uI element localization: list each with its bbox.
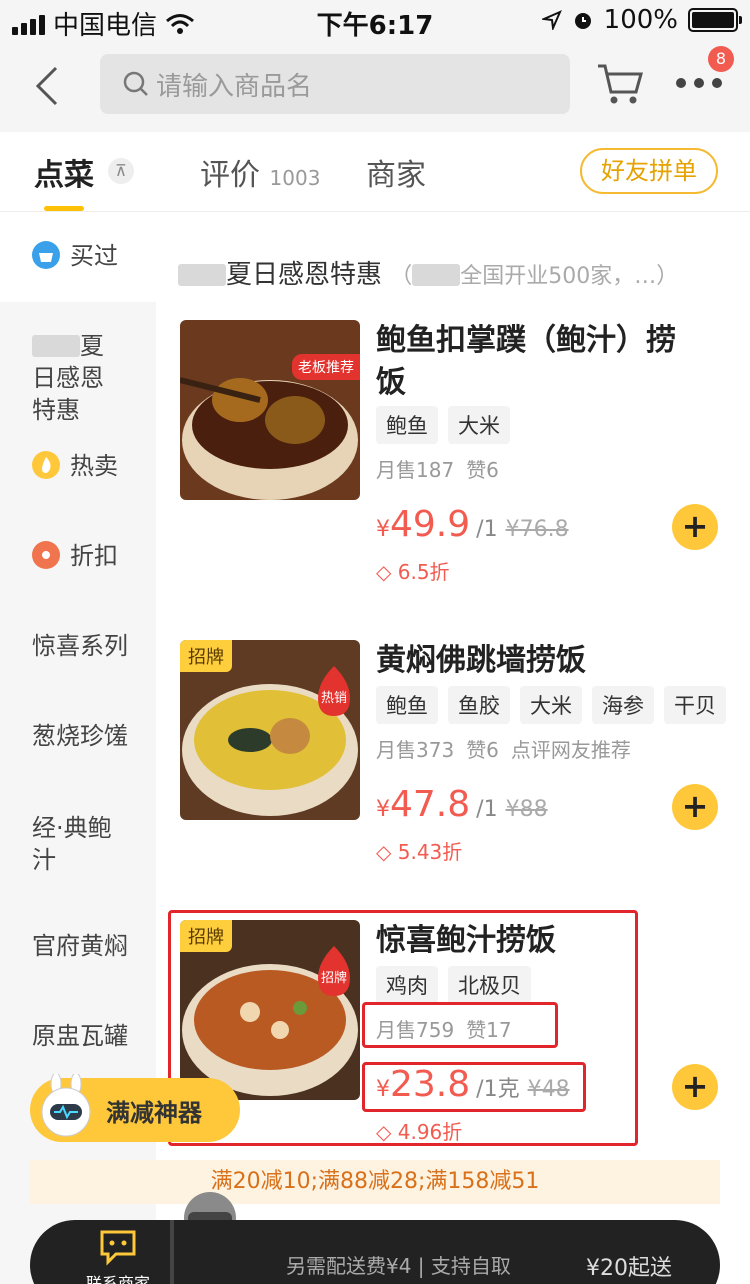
- current-price: 49.9: [390, 504, 471, 545]
- contact-label: 联系商家: [85, 1274, 150, 1284]
- ingredient-tags: 鲍鱼 鱼胶 大米 海参 干贝: [376, 686, 726, 724]
- tag: 鱼胶: [448, 686, 510, 724]
- svg-text:热销: 热销: [321, 691, 347, 706]
- monthly-sales: 月售373: [376, 738, 455, 762]
- sidebar-item-abalone[interactable]: 经·典鲍汁: [0, 812, 128, 876]
- status-bar: 中国电信 下午6:17 100%: [0, 0, 750, 41]
- add-to-cart-button[interactable]: +: [672, 784, 718, 830]
- sidebar-item-label: 买过: [70, 242, 118, 270]
- sidebar-item-hot[interactable]: 热卖: [0, 450, 156, 482]
- basket-icon: [32, 241, 60, 269]
- divider: [170, 1220, 174, 1284]
- menu-item[interactable]: 老板推荐 鲍鱼扣掌蹼（鲍汁）捞饭 鲍鱼 大米 月售187 赞6 ¥49.9/1 ¥7…: [178, 320, 750, 590]
- chat-bubble-icon: [100, 1230, 136, 1266]
- discount-tag-icon: ◇: [376, 560, 392, 584]
- checkout-bar: 联系商家 另需配送费¥4 | 支持自取 ¥20起送: [30, 1220, 720, 1284]
- add-to-cart-button[interactable]: +: [672, 1064, 718, 1110]
- review-recommend: 点评网友推荐: [510, 738, 631, 762]
- add-to-cart-button[interactable]: +: [672, 504, 718, 550]
- likes: 赞6: [466, 458, 499, 482]
- sidebar-item-braised[interactable]: 官府黄焖: [0, 930, 156, 962]
- sidebar-item-scallion[interactable]: 葱烧珍馐: [0, 720, 156, 752]
- original-price: ¥88: [505, 797, 548, 822]
- back-arrow-icon[interactable]: [30, 64, 70, 108]
- discount-tag-icon: [32, 541, 60, 569]
- review-count: 1003: [269, 166, 321, 190]
- likes: 赞6: [466, 738, 499, 762]
- discount-label: ◇ 5.43折: [376, 836, 462, 865]
- tab-menu[interactable]: 点菜: [34, 150, 94, 194]
- sidebar-item-label: 热卖: [70, 452, 118, 480]
- delivery-fee-info: 另需配送费¥4 | 支持自取: [286, 1254, 511, 1278]
- section-title-text: 夏日感恩特惠: [226, 260, 383, 290]
- blurred-text: [32, 335, 80, 357]
- search-placeholder: 请输入商品名: [156, 71, 313, 102]
- monthly-sales: 月售187: [376, 458, 455, 482]
- currency-symbol: ¥: [376, 517, 390, 542]
- original-price: ¥76.8: [505, 517, 569, 542]
- signature-label: 招牌: [180, 640, 232, 672]
- more-menu-icon[interactable]: [676, 78, 722, 88]
- discount-text: 6.5折: [397, 560, 450, 584]
- battery-icon: [688, 8, 742, 32]
- dish-image[interactable]: 招牌 热销: [180, 640, 360, 820]
- section-title: 夏日感恩特惠 （全国开业500家，…）: [178, 254, 678, 291]
- tab-reviews[interactable]: 评价 1003: [200, 150, 320, 194]
- currency-symbol: ¥: [376, 797, 390, 822]
- promo-banner: 满20减10;满88减28;满158减51: [30, 1160, 720, 1204]
- sidebar-item-surprise[interactable]: 惊喜系列: [0, 630, 156, 662]
- tag: 干贝: [664, 686, 726, 724]
- tab-reviews-label: 评价: [200, 158, 260, 193]
- robot-mascot-icon: [41, 1074, 91, 1137]
- sidebar-item-clay-pot[interactable]: 原盅瓦罐: [0, 1020, 156, 1052]
- minimum-order: ¥20起送: [586, 1256, 672, 1281]
- price: ¥49.9/1 ¥76.8: [376, 504, 569, 545]
- discount-tag-icon: ◇: [376, 840, 392, 864]
- tag: 鲍鱼: [376, 686, 438, 724]
- boss-recommend-badge: 老板推荐: [292, 354, 360, 380]
- ingredient-tags: 鲍鱼 大米: [376, 406, 510, 444]
- search-icon: [123, 71, 148, 96]
- group-order-button[interactable]: 好友拼单: [580, 148, 718, 194]
- sidebar-item-purchased[interactable]: 买过: [0, 212, 156, 302]
- price-unit: /1: [476, 797, 498, 822]
- tab-merchant[interactable]: 商家: [366, 150, 426, 194]
- sidebar-item-label: 折扣: [70, 542, 118, 570]
- current-price: 47.8: [390, 784, 471, 825]
- blurred-text: [178, 264, 226, 286]
- price: ¥47.8/1 ¥88: [376, 784, 548, 825]
- hot-sale-flame-icon: 热销: [318, 666, 350, 716]
- tag: 海参: [592, 686, 654, 724]
- sidebar-item-summer[interactable]: 夏日感恩特惠: [0, 330, 120, 426]
- notification-badge: 8: [708, 46, 734, 72]
- tab-bar: 点菜 ⊼ 评价 1003 商家 好友拼单: [0, 132, 750, 212]
- sales-info: 月售187 赞6: [376, 454, 511, 483]
- nav-bar: 请输入商品名 8: [0, 40, 750, 132]
- annotation-box-sales: [362, 1002, 558, 1048]
- flame-icon: [32, 451, 60, 479]
- battery-percent: 100%: [603, 5, 678, 35]
- active-tab-indicator: [44, 206, 84, 211]
- tag: 鲍鱼: [376, 406, 438, 444]
- price-unit: /1: [476, 517, 498, 542]
- tag: 大米: [448, 406, 510, 444]
- section-subtitle: 全国开业500家，…: [460, 264, 657, 289]
- cart-icon[interactable]: [596, 60, 644, 108]
- dish-title[interactable]: 鲍鱼扣掌蹼（鲍汁）捞饭: [376, 320, 676, 404]
- contact-merchant-button[interactable]: 联系商家: [66, 1226, 170, 1284]
- sidebar-item-discount[interactable]: 折扣: [0, 540, 156, 572]
- alarm-icon: [574, 13, 591, 29]
- search-input[interactable]: 请输入商品名: [100, 54, 570, 114]
- discount-label: ◇ 6.5折: [376, 556, 450, 585]
- discount-text: 5.43折: [397, 840, 463, 864]
- dish-image[interactable]: 老板推荐: [180, 320, 360, 500]
- blurred-text: [412, 264, 461, 286]
- sales-info: 月售373 赞6 点评网友推荐: [376, 734, 643, 763]
- tag: 大米: [520, 686, 582, 724]
- dish-title[interactable]: 黄焖佛跳墙捞饭: [376, 640, 676, 682]
- menu-item[interactable]: 招牌 热销 黄焖佛跳墙捞饭 鲍鱼 鱼胶 大米 海参 干贝 月售373 赞6 点评网友…: [178, 640, 750, 870]
- location-arrow-icon: [541, 10, 562, 30]
- collapse-icon[interactable]: ⊼: [108, 158, 134, 184]
- annotation-box-price: [362, 1062, 586, 1112]
